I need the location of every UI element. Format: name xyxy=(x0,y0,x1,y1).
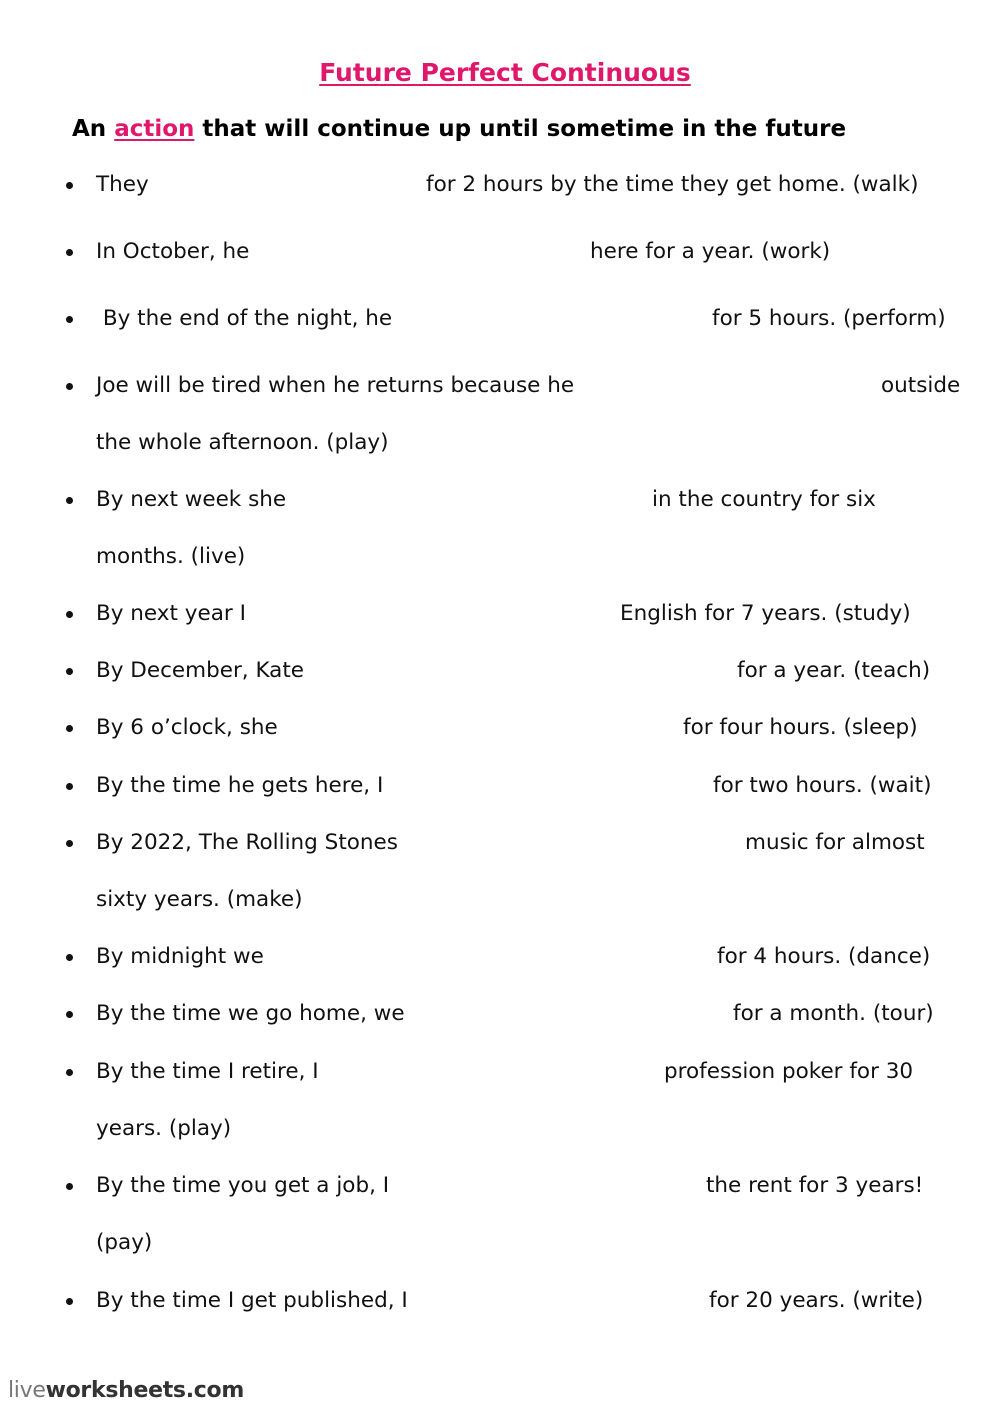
answer-input[interactable] xyxy=(433,1175,703,1201)
sentence-start: By next week she xyxy=(96,487,287,512)
bullet-icon xyxy=(66,249,73,256)
answer-input[interactable] xyxy=(288,946,714,972)
sentence-end: for two hours. (wait) xyxy=(713,773,932,798)
exercise-item: They for 2 hours by the time they get ho… xyxy=(0,170,1000,200)
sentence-start: By December, Kate xyxy=(96,658,305,683)
exercise-item: By 6 o’clock, she for four hours. (sleep… xyxy=(0,713,1000,743)
bullet-icon xyxy=(66,954,73,961)
bullet-icon xyxy=(66,182,73,189)
sentence-start: By the time I retire, I xyxy=(96,1059,319,1084)
answer-input[interactable] xyxy=(275,241,587,267)
sentence-start: By next year I xyxy=(96,601,246,626)
exercise-item: By the end of the night, he for 5 hours.… xyxy=(0,304,1000,334)
sentence-end: in the country for six xyxy=(652,487,876,512)
sentence-end: for 5 hours. (perform) xyxy=(712,306,946,331)
sentence-start: By the time we go home, we xyxy=(96,1001,405,1026)
answer-input[interactable] xyxy=(312,489,650,515)
sentence-start: By the time you get a job, I xyxy=(96,1173,390,1198)
sentence-end: profession poker for 30 xyxy=(664,1059,914,1084)
sentence-end: the rent for 3 years! xyxy=(706,1173,924,1198)
bullet-icon xyxy=(66,725,73,732)
exercise-item: By next week she in the country for six xyxy=(0,485,1000,515)
answer-input[interactable] xyxy=(454,1290,706,1316)
subtitle-post: that will continue up until sometime in … xyxy=(194,116,847,142)
exercise-item: By the time I retire, I profession poker… xyxy=(0,1057,1000,1087)
exercise-continuation: the whole afternoon. (play) xyxy=(0,428,1000,458)
sentence-continuation: the whole afternoon. (play) xyxy=(96,430,389,455)
sentence-end: here for a year. (work) xyxy=(590,239,831,264)
exercise-item: By midnight we for 4 hours. (dance) xyxy=(0,942,1000,972)
sentence-end: for a year. (teach) xyxy=(737,658,931,683)
answer-input[interactable] xyxy=(272,603,618,629)
exercise-item: By December, Kate for a year. (teach) xyxy=(0,656,1000,686)
answer-input[interactable] xyxy=(358,1061,660,1087)
sentence-continuation: sixty years. (make) xyxy=(96,887,303,912)
bullet-icon xyxy=(66,383,73,390)
sentence-start: By the end of the night, he xyxy=(96,306,393,331)
sentence-end: for 20 years. (write) xyxy=(709,1288,924,1313)
sentence-continuation: (pay) xyxy=(96,1230,153,1255)
sentence-start: In October, he xyxy=(96,239,250,264)
bullet-icon xyxy=(66,611,73,618)
bullet-icon xyxy=(66,1069,73,1076)
subtitle-highlight: action xyxy=(114,116,195,142)
bullet-icon xyxy=(66,783,73,790)
logo-bold: worksheets.com xyxy=(45,1378,245,1403)
sentence-start: By 6 o’clock, she xyxy=(96,715,278,740)
logo-light: live xyxy=(8,1378,46,1403)
exercise-item: By 2022, The Rolling Stones music for al… xyxy=(0,828,1000,858)
sentence-end: music for almost xyxy=(745,830,925,855)
exercise-continuation: (pay) xyxy=(0,1228,1000,1258)
answer-input[interactable] xyxy=(438,832,742,858)
bullet-icon xyxy=(66,668,73,675)
exercise-item: In October, he here for a year. (work) xyxy=(0,237,1000,267)
sentence-end: for 4 hours. (dance) xyxy=(717,944,931,969)
worksheet-subtitle: An action that will continue up until so… xyxy=(72,116,846,142)
bullet-icon xyxy=(66,497,73,504)
exercise-continuation: years. (play) xyxy=(0,1114,1000,1144)
sentence-continuation: months. (live) xyxy=(96,544,246,569)
sentence-start: By 2022, The Rolling Stones xyxy=(96,830,398,855)
sentence-start: By the time I get published, I xyxy=(96,1288,408,1313)
subtitle-pre: An xyxy=(72,116,115,142)
exercise-item: By next year I English for 7 years. (stu… xyxy=(0,599,1000,629)
sentence-continuation: years. (play) xyxy=(96,1116,232,1141)
exercise-continuation: sixty years. (make) xyxy=(0,885,1000,915)
answer-input[interactable] xyxy=(430,308,709,334)
exercise-item: By the time he gets here, I for two hour… xyxy=(0,771,1000,801)
answer-input[interactable] xyxy=(632,375,878,401)
sentence-end: English for 7 years. (study) xyxy=(620,601,911,626)
sentence-start: They xyxy=(96,172,149,197)
sentence-end: outside xyxy=(881,373,961,398)
sentence-start: By the time he gets here, I xyxy=(96,773,384,798)
worksheet-title: Future Perfect Continuous xyxy=(319,58,691,87)
sentence-start: By midnight we xyxy=(96,944,264,969)
bullet-icon xyxy=(66,1183,73,1190)
exercise-item: By the time you get a job, I the rent fo… xyxy=(0,1171,1000,1201)
answer-input[interactable] xyxy=(332,660,734,686)
answer-input[interactable] xyxy=(160,174,424,200)
bullet-icon xyxy=(66,840,73,847)
sentence-end: for a month. (tour) xyxy=(733,1001,934,1026)
bullet-icon xyxy=(66,1011,73,1018)
exercise-item: By the time I get published, I for 20 ye… xyxy=(0,1286,1000,1316)
answer-input[interactable] xyxy=(302,717,680,743)
exercise-item: By the time we go home, we for a month. … xyxy=(0,999,1000,1029)
answer-input[interactable] xyxy=(444,1003,730,1029)
answer-input[interactable] xyxy=(424,775,710,801)
sentence-start: Joe will be tired when he returns becaus… xyxy=(96,373,575,398)
bullet-icon xyxy=(66,1298,73,1305)
exercise-continuation: months. (live) xyxy=(0,542,1000,572)
exercise-item: Joe will be tired when he returns becaus… xyxy=(0,371,1000,401)
sentence-end: for 2 hours by the time they get home. (… xyxy=(426,172,919,197)
bullet-icon xyxy=(66,316,73,323)
sentence-end: for four hours. (sleep) xyxy=(683,715,918,740)
site-logo: liveworksheets.com xyxy=(8,1378,244,1403)
